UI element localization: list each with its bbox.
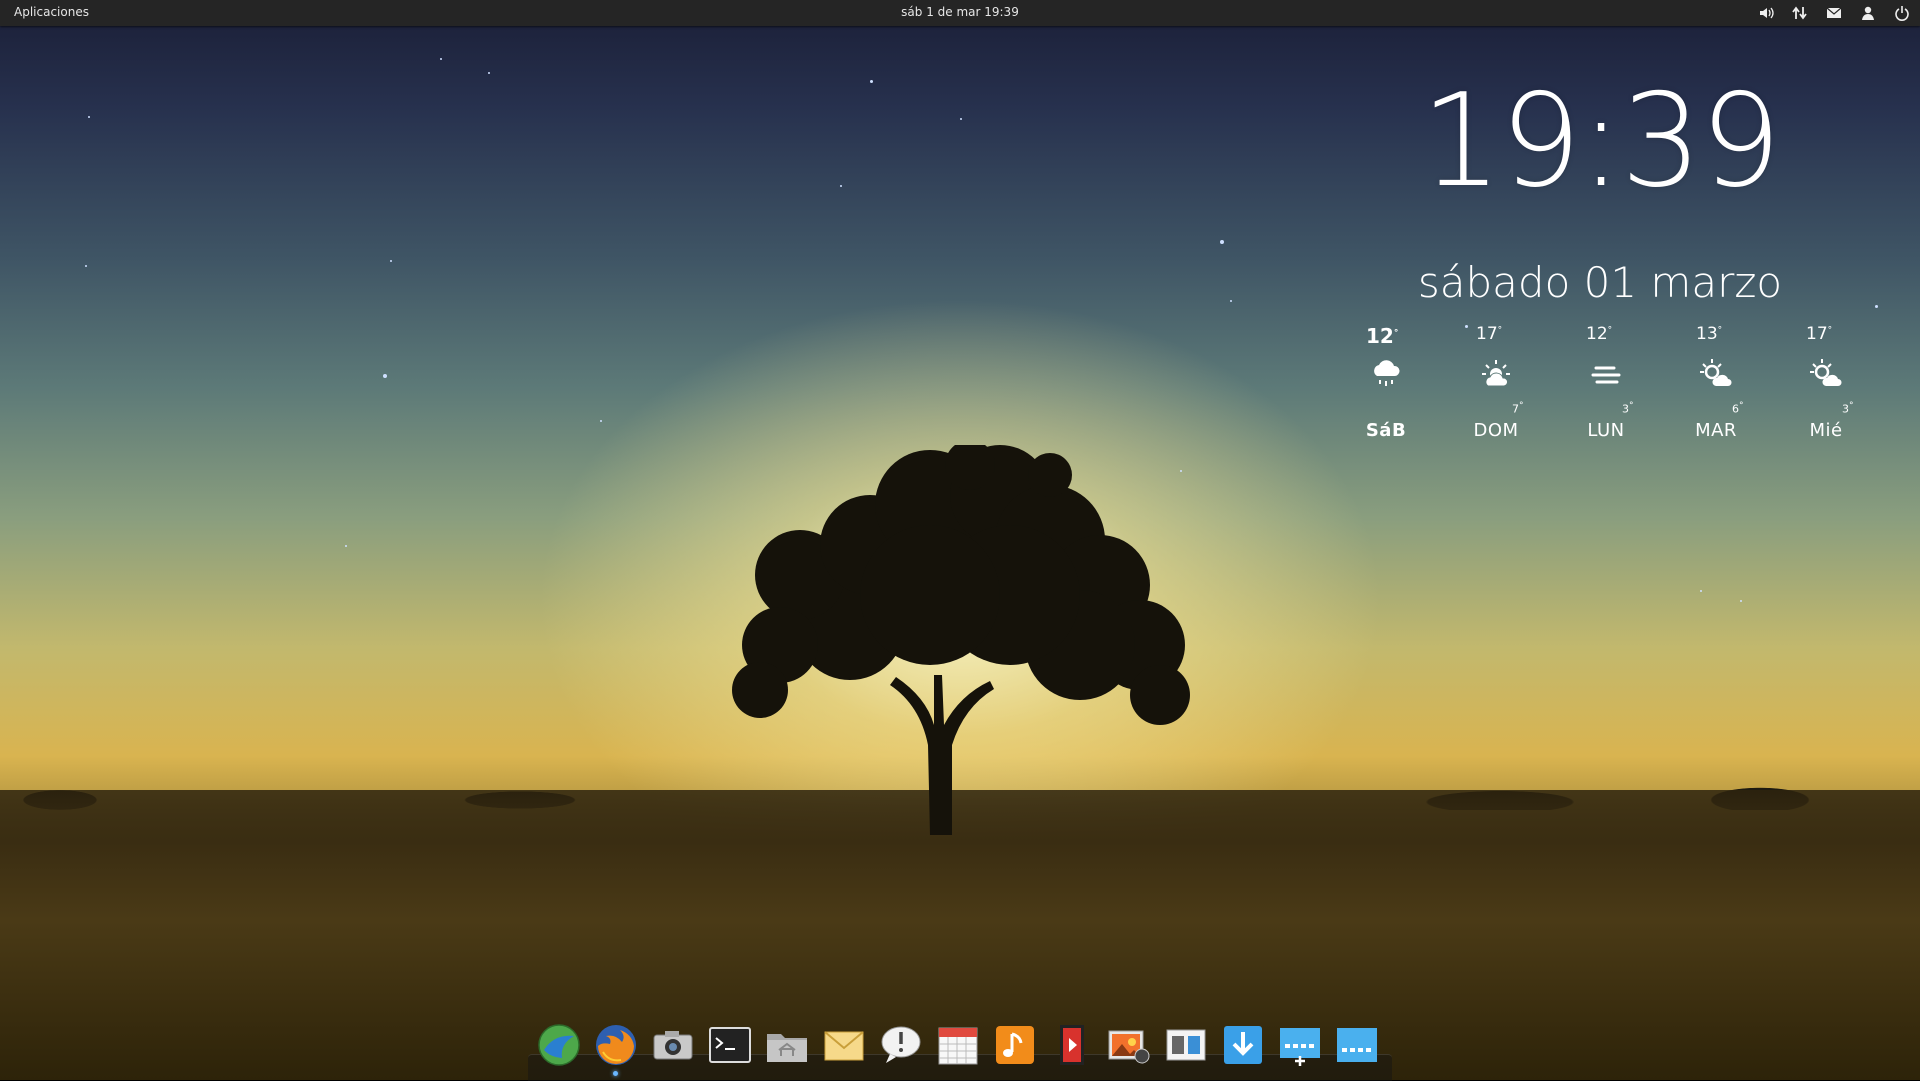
rain-cloud-icon	[1374, 360, 1400, 386]
star	[600, 420, 602, 422]
software-center-icon[interactable]	[1218, 1020, 1268, 1070]
firefox-icon[interactable]	[591, 1020, 641, 1076]
desktop-date: sábado 01 marzo	[1417, 258, 1783, 307]
indicator-area	[1756, 3, 1912, 23]
star	[1230, 300, 1232, 302]
browser-midori-icon[interactable]	[534, 1020, 584, 1070]
forecast-low: 7°	[1512, 400, 1524, 416]
sun-cloud-icon	[1810, 359, 1842, 386]
workspace-icon[interactable]	[1332, 1020, 1382, 1070]
star	[85, 265, 87, 267]
star	[870, 80, 873, 83]
forecast-high: 17°	[1476, 324, 1503, 344]
weather-forecast: 12° SáB 17° 7° DOM 12° 3° LUN 13° 6° MAR…	[1336, 320, 1866, 450]
power-icon[interactable]	[1892, 3, 1912, 23]
star	[88, 116, 90, 118]
forecast-day-name: Mié	[1809, 420, 1843, 441]
network-icon[interactable]	[1790, 3, 1810, 23]
forecast-low: 3°	[1622, 400, 1634, 416]
forecast-high: 17°	[1806, 324, 1833, 344]
photos-icon[interactable]	[1104, 1020, 1154, 1070]
terminal-icon[interactable]	[705, 1020, 755, 1070]
star	[1700, 590, 1702, 592]
running-indicator	[613, 1071, 618, 1076]
star	[840, 185, 842, 187]
star	[345, 545, 347, 547]
forecast-day-name: SáB	[1365, 420, 1407, 441]
desktop-clock: 19:39	[1420, 67, 1782, 216]
forecast-day-name: DOM	[1473, 420, 1519, 441]
forecast-high: 12°	[1586, 324, 1613, 344]
music-icon[interactable]	[990, 1020, 1040, 1070]
calendar-icon[interactable]	[933, 1020, 983, 1070]
partly-cloudy-icon	[1482, 360, 1510, 387]
star	[488, 72, 490, 74]
star	[1875, 305, 1878, 308]
star	[1220, 240, 1224, 244]
top-panel: Aplicaciones sáb 1 de mar 19:39	[0, 0, 1920, 26]
settings-icon[interactable]	[1161, 1020, 1211, 1070]
home-folder-icon[interactable]	[762, 1020, 812, 1070]
wallpaper-tree	[732, 445, 1190, 835]
dock	[534, 1020, 1382, 1076]
forecast-day: 17° 7° DOM	[1446, 320, 1546, 450]
applications-menu[interactable]: Aplicaciones	[14, 5, 89, 19]
star	[960, 118, 962, 120]
star	[390, 260, 392, 262]
forecast-high: 13°	[1696, 324, 1723, 344]
workspace-add-icon[interactable]	[1275, 1020, 1325, 1070]
forecast-day-name: LUN	[1587, 420, 1625, 441]
camera-icon[interactable]	[648, 1020, 698, 1070]
user-icon[interactable]	[1858, 3, 1878, 23]
video-icon[interactable]	[1047, 1020, 1097, 1070]
fog-icon	[1591, 366, 1621, 384]
forecast-day: 13° 6° MAR	[1666, 320, 1766, 450]
forecast-day: 17° 3° Mié	[1776, 320, 1876, 450]
star	[383, 374, 387, 378]
mail-app-icon[interactable]	[819, 1020, 869, 1070]
mail-icon[interactable]	[1824, 3, 1844, 23]
forecast-high: 12°	[1366, 324, 1399, 348]
forecast-low: 3°	[1842, 400, 1854, 416]
chat-icon[interactable]	[876, 1020, 926, 1070]
star	[440, 58, 442, 60]
star	[1740, 600, 1742, 602]
forecast-day: 12° 3° LUN	[1556, 320, 1656, 450]
forecast-day-name: MAR	[1695, 420, 1737, 441]
sun-cloud-icon	[1700, 359, 1732, 386]
forecast-low: 6°	[1732, 400, 1744, 416]
forecast-day: 12° SáB	[1336, 320, 1436, 450]
panel-clock[interactable]: sáb 1 de mar 19:39	[0, 5, 1920, 19]
volume-icon[interactable]	[1756, 3, 1776, 23]
